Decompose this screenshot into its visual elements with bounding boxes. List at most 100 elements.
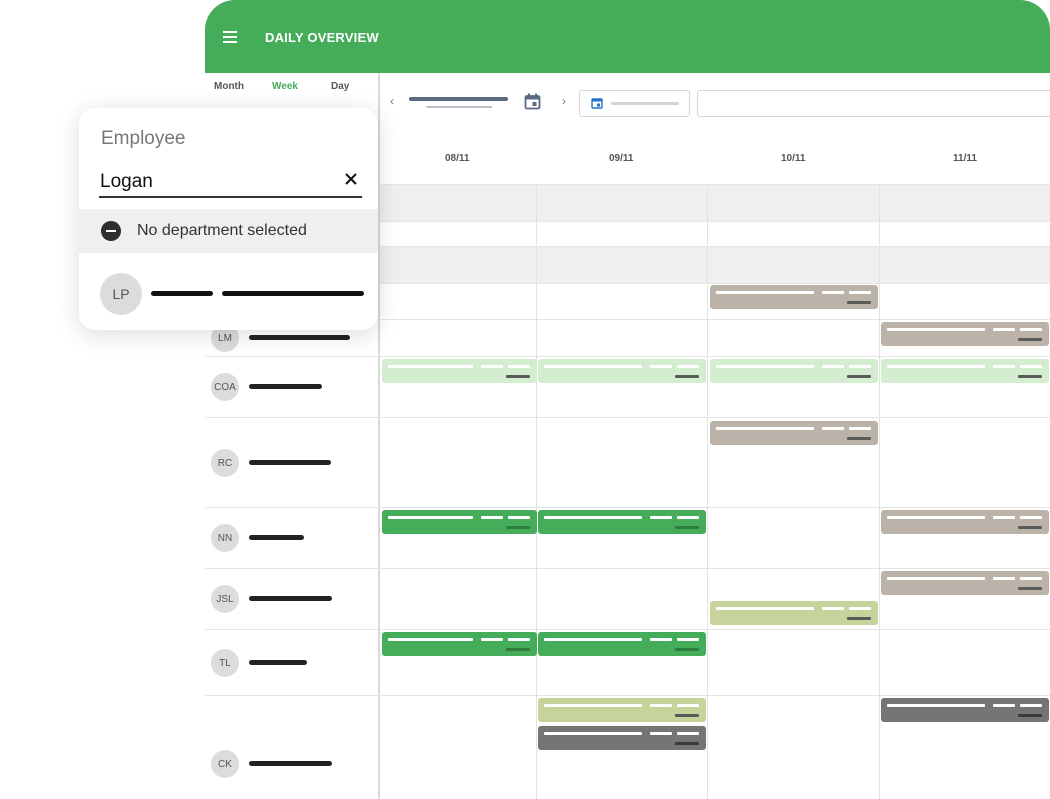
- grid-line: [380, 283, 1050, 284]
- shift-detail: [506, 526, 530, 529]
- shift-detail: [849, 365, 871, 368]
- shift-detail: [887, 328, 985, 331]
- shift-detail: [675, 648, 699, 651]
- shift-block[interactable]: [710, 421, 878, 445]
- shift-detail: [1020, 577, 1042, 580]
- shift-block[interactable]: [538, 632, 706, 656]
- shift-detail: [388, 365, 473, 368]
- menu-icon[interactable]: [223, 31, 237, 43]
- grid-line: [205, 356, 1050, 357]
- grid-column-line: [707, 184, 708, 799]
- previous-week-button[interactable]: ‹: [390, 94, 394, 108]
- shift-detail: [1018, 587, 1042, 590]
- shift-detail: [716, 365, 814, 368]
- shift-detail: [650, 365, 672, 368]
- shift-detail: [544, 516, 642, 519]
- employee-filter-panel: Employee No department selected LP: [79, 108, 378, 330]
- shift-block[interactable]: [710, 285, 878, 309]
- shift-detail: [993, 365, 1015, 368]
- grid-column-line: [536, 184, 537, 799]
- shift-detail: [822, 607, 844, 610]
- shift-detail: [822, 291, 844, 294]
- shift-block[interactable]: [382, 510, 537, 534]
- shift-detail: [677, 704, 699, 707]
- shift-block[interactable]: [538, 359, 706, 383]
- shift-block[interactable]: [538, 726, 706, 750]
- filter-input[interactable]: [697, 90, 1050, 117]
- shift-detail: [1018, 338, 1042, 341]
- avatar: LP: [100, 273, 142, 315]
- shift-detail: [677, 638, 699, 641]
- shift-detail: [388, 638, 473, 641]
- top-app-bar: DAILY OVERVIEW: [205, 0, 1050, 73]
- resource-column-divider: [378, 73, 380, 799]
- group-row: [380, 246, 1050, 283]
- tab-week[interactable]: Week: [272, 81, 298, 92]
- shift-detail: [1020, 516, 1042, 519]
- grid-line: [380, 221, 1050, 222]
- shift-detail: [481, 365, 503, 368]
- shift-block[interactable]: [538, 698, 706, 722]
- shift-block[interactable]: [881, 359, 1049, 383]
- shift-detail: [675, 526, 699, 529]
- employee-label: Employee: [101, 128, 186, 149]
- page-title: DAILY OVERVIEW: [265, 30, 379, 45]
- calendar-icon[interactable]: [524, 93, 541, 110]
- shift-block[interactable]: [881, 698, 1049, 722]
- day-header-2: 09/11: [609, 153, 634, 164]
- next-week-button[interactable]: ›: [562, 94, 566, 108]
- shift-detail: [887, 577, 985, 580]
- employee-name: [249, 596, 332, 601]
- grid-column-line: [879, 184, 880, 799]
- shift-detail: [544, 732, 642, 735]
- employee-name: [249, 384, 322, 389]
- shift-detail: [506, 648, 530, 651]
- grid-line: [205, 629, 1050, 630]
- employee-search-input[interactable]: [99, 168, 362, 198]
- employee-result-item[interactable]: LP: [79, 253, 378, 330]
- shift-block[interactable]: [538, 510, 706, 534]
- day-header-1: 08/11: [445, 153, 470, 164]
- employee-name: [249, 460, 331, 465]
- shift-detail: [650, 638, 672, 641]
- shift-block[interactable]: [710, 601, 878, 625]
- shift-block[interactable]: [710, 359, 878, 383]
- shift-detail: [677, 732, 699, 735]
- shift-block[interactable]: [881, 322, 1049, 346]
- shift-block[interactable]: [382, 359, 537, 383]
- shift-detail: [716, 607, 814, 610]
- shift-detail: [544, 638, 642, 641]
- shift-detail: [849, 427, 871, 430]
- shift-detail: [675, 375, 699, 378]
- grid-line: [205, 695, 1050, 696]
- avatar: RC: [211, 449, 239, 477]
- department-status-text: No department selected: [137, 222, 307, 239]
- shift-detail: [822, 427, 844, 430]
- date-picker-field[interactable]: [579, 90, 690, 117]
- employee-name: [249, 761, 332, 766]
- grid-line: [205, 568, 1050, 569]
- shift-detail: [544, 365, 642, 368]
- shift-detail: [508, 638, 530, 641]
- shift-detail: [887, 365, 985, 368]
- tab-day[interactable]: Day: [331, 81, 349, 92]
- shift-detail: [887, 516, 985, 519]
- shift-block[interactable]: [881, 571, 1049, 595]
- shift-detail: [481, 638, 503, 641]
- shift-detail: [993, 516, 1015, 519]
- day-header-4: 11/11: [953, 153, 977, 164]
- department-filter-row[interactable]: No department selected: [79, 209, 378, 253]
- shift-detail: [716, 427, 814, 430]
- close-icon[interactable]: [342, 170, 360, 188]
- shift-detail: [822, 365, 844, 368]
- employee-name: [249, 335, 350, 340]
- shift-detail: [506, 375, 530, 378]
- shift-block[interactable]: [881, 510, 1049, 534]
- shift-detail: [847, 437, 871, 440]
- shift-detail: [544, 704, 642, 707]
- calendar-toolbar: ‹ ›: [378, 73, 1050, 133]
- shift-block[interactable]: [382, 632, 537, 656]
- tab-month[interactable]: Month: [214, 81, 244, 92]
- avatar: TL: [211, 649, 239, 677]
- view-switcher: Month Week Day: [205, 73, 378, 103]
